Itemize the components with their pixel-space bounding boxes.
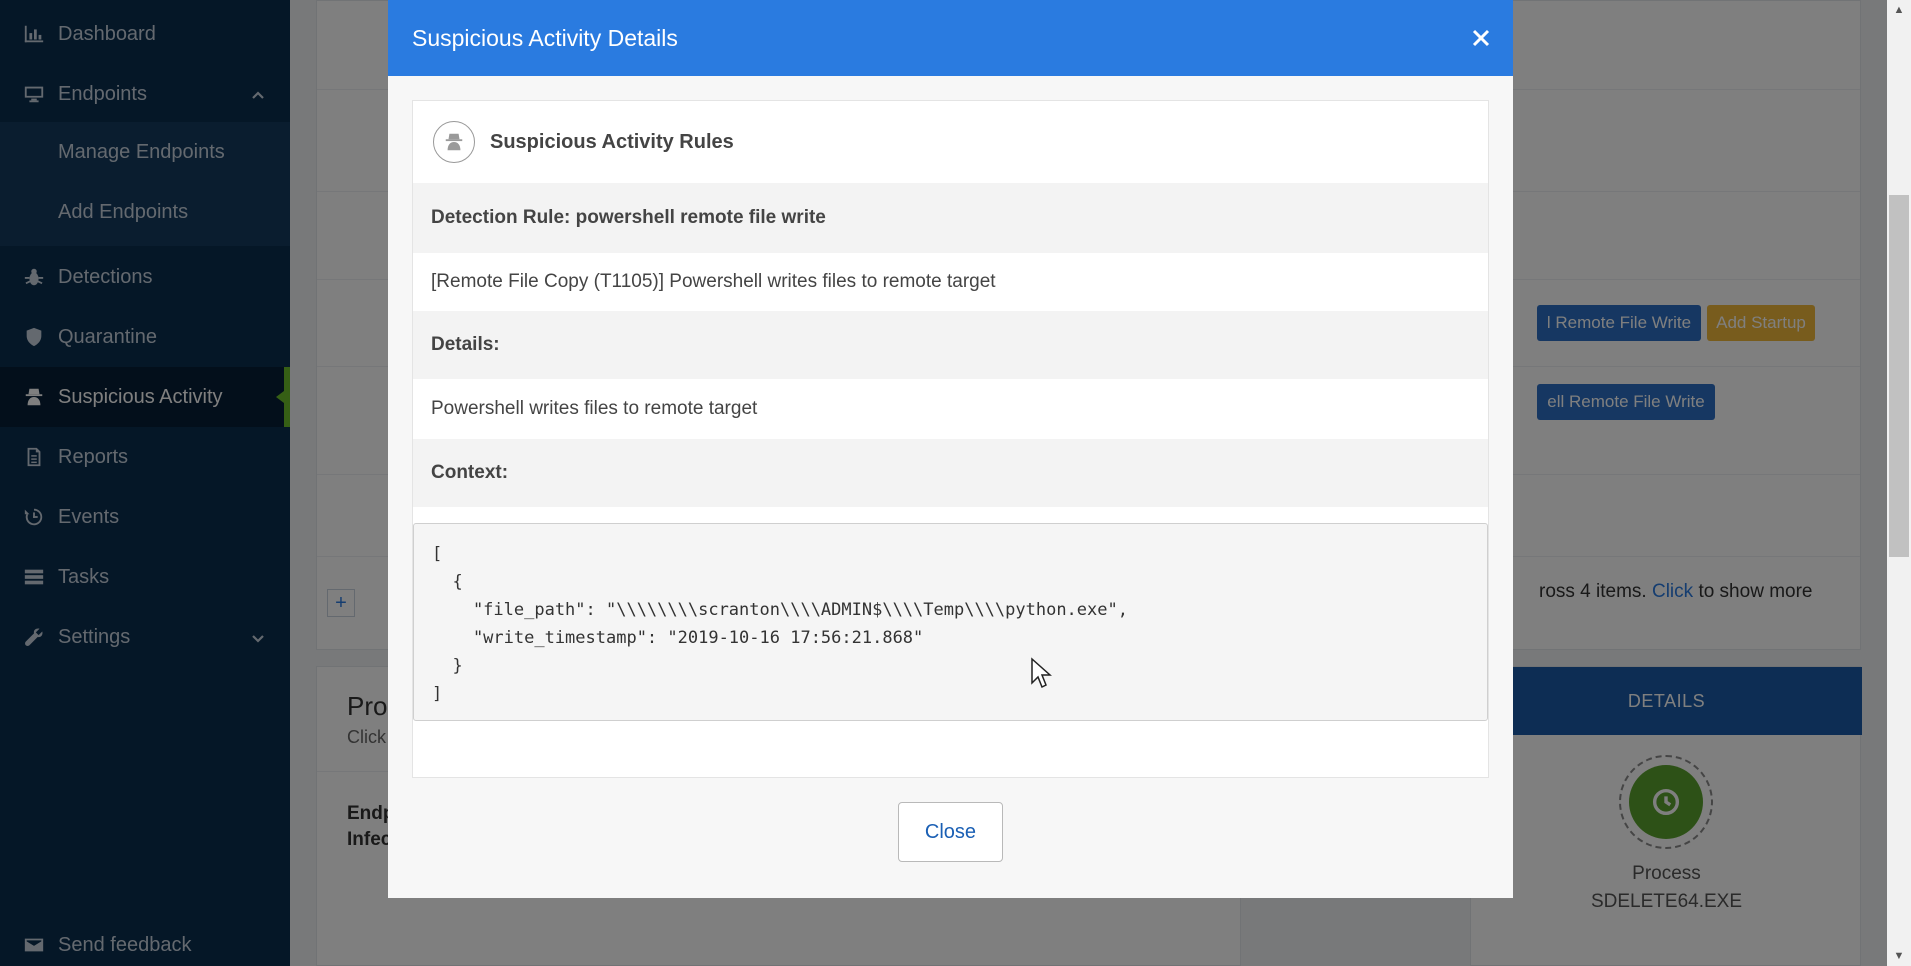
modal-title: Suspicious Activity Details: [412, 24, 678, 51]
close-button[interactable]: Close: [898, 802, 1003, 862]
rules-panel-header: Suspicious Activity Rules: [413, 101, 1488, 183]
rules-panel: Suspicious Activity Rules Detection Rule…: [412, 100, 1489, 778]
scroll-up-arrow-icon[interactable]: ▲: [1891, 4, 1907, 16]
details-text: Powershell writes files to remote target: [413, 379, 1488, 439]
details-label: Details:: [413, 311, 1488, 379]
suspicious-activity-modal: Suspicious Activity Details Suspicious A…: [388, 0, 1513, 898]
context-json-block: [ { "file_path": "\\\\\\\\scranton\\\\AD…: [413, 523, 1488, 721]
scrollbar-thumb[interactable]: [1889, 195, 1909, 557]
detection-rule-label: Detection Rule: powershell remote file w…: [413, 183, 1488, 253]
modal-header: Suspicious Activity Details: [388, 0, 1513, 76]
close-icon[interactable]: [1469, 26, 1493, 50]
spy-icon: [433, 121, 475, 163]
rules-panel-title: Suspicious Activity Rules: [490, 130, 734, 153]
mouse-pointer-icon: [1031, 657, 1052, 689]
scroll-down-arrow-icon[interactable]: ▼: [1891, 950, 1907, 962]
detection-rule-description: [Remote File Copy (T1105)] Powershell wr…: [413, 253, 1488, 311]
context-label: Context:: [413, 439, 1488, 507]
